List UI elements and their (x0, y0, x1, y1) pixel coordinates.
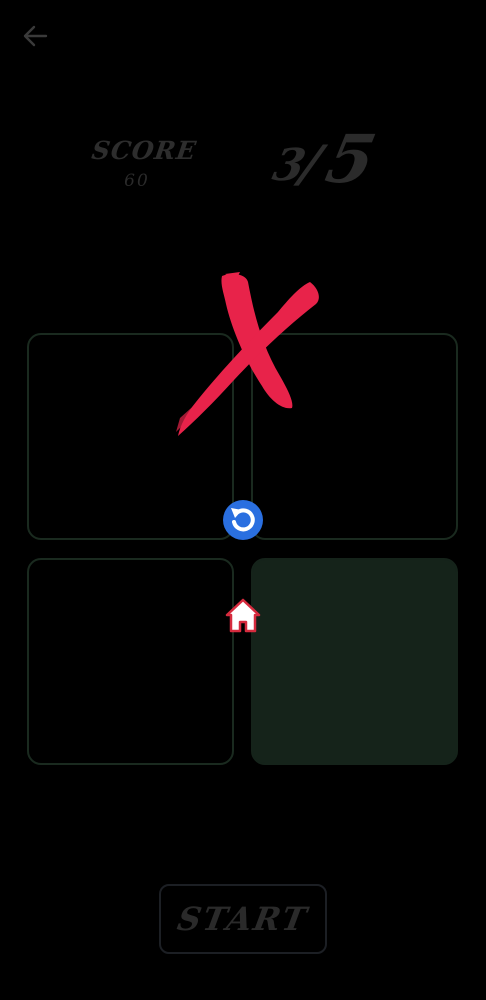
home-icon[interactable] (225, 597, 261, 633)
round-progress: 3 / 5 (266, 118, 396, 198)
start-label: START (174, 900, 312, 938)
back-arrow-icon[interactable] (20, 22, 50, 50)
round-total: 5 (319, 120, 383, 198)
tile-bottom-right[interactable] (251, 558, 458, 765)
replay-icon[interactable] (220, 497, 266, 543)
start-button[interactable]: START (159, 884, 327, 954)
score-value: 60 (124, 171, 150, 191)
score-label: SCORE (89, 136, 199, 165)
tile-bottom-left[interactable] (27, 558, 234, 765)
wrong-x-icon (176, 272, 319, 436)
score-display: SCORE 60 (89, 136, 199, 191)
